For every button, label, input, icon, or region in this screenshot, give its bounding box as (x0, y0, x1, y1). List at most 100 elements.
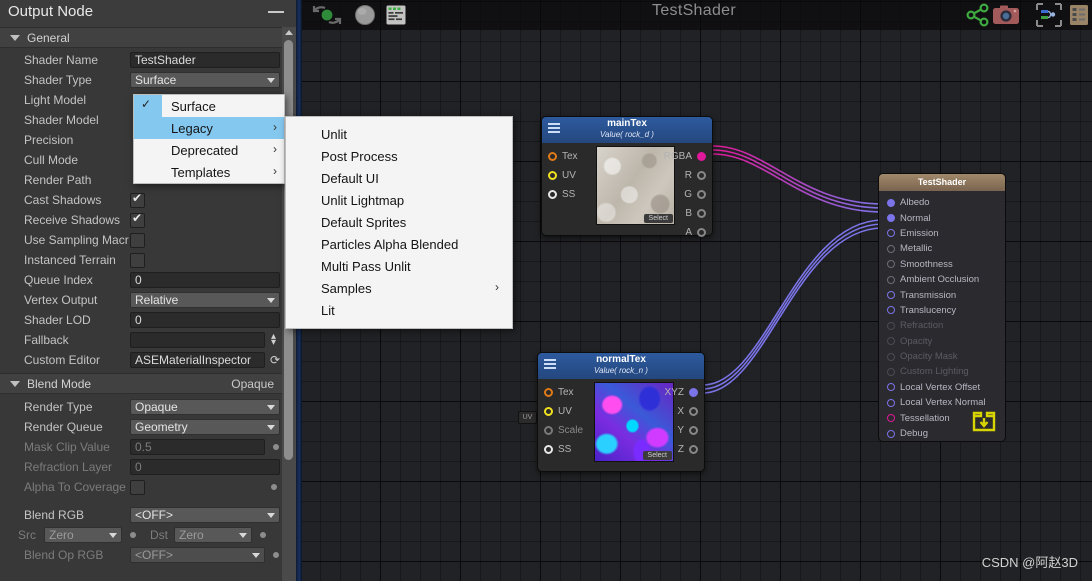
palette-icon[interactable] (1068, 3, 1090, 27)
master-port-transmission[interactable]: Transmission (879, 287, 1005, 302)
port-dot-tex[interactable] (548, 152, 557, 161)
row-custom-editor[interactable]: Custom Editor ASEMaterialInspector ⟳ (0, 350, 296, 370)
blend-op-rgb-dropdown[interactable]: <OFF> (130, 547, 265, 563)
master-port-emission[interactable]: Emission (879, 226, 1005, 241)
port-ss[interactable]: SS (544, 440, 583, 459)
port-tex[interactable]: Tex (548, 147, 578, 166)
texture-thumbnail-normal[interactable]: Select (594, 382, 674, 462)
port-uv[interactable]: UV (544, 402, 583, 421)
minimize-icon[interactable] (268, 11, 284, 13)
chevron-down-icon[interactable] (10, 34, 20, 41)
menu-item-particles-alpha-blended[interactable]: Particles Alpha Blended (286, 233, 512, 255)
port-g[interactable]: G (664, 185, 706, 204)
src-dropdown[interactable]: Zero (44, 527, 122, 543)
master-port-normal[interactable]: Normal (879, 210, 1005, 225)
mask-clip-value-input[interactable]: 0.5 (130, 439, 265, 455)
port-dot-ambient-occlusion[interactable] (887, 275, 895, 284)
node-main-tex[interactable]: mainTex Value( rock_d ) Tex UV SS Select… (541, 116, 713, 238)
port-dot-debug[interactable] (887, 429, 895, 438)
row-render-queue[interactable]: Render Queue Geometry (0, 417, 296, 437)
instanced-terrain-checkbox[interactable] (130, 252, 145, 268)
row-src-dst[interactable]: Src Zero Dst Zero (0, 525, 296, 545)
port-dot-transmission[interactable] (887, 291, 895, 300)
master-port-smoothness[interactable]: Smoothness (879, 257, 1005, 272)
menu-item-post-process[interactable]: Post Process (286, 145, 512, 167)
dst-dropdown[interactable]: Zero (174, 527, 252, 543)
port-dot-translucency[interactable] (887, 306, 895, 315)
menu-item-samples[interactable]: Samples › (286, 277, 512, 299)
section-header-general[interactable]: General (0, 27, 296, 48)
port-tex[interactable]: Tex (544, 383, 583, 402)
port-dot-scale[interactable] (544, 426, 553, 435)
row-render-type[interactable]: Render Type Opaque (0, 397, 296, 417)
master-port-translucency[interactable]: Translucency (879, 303, 1005, 318)
render-type-dropdown[interactable]: Opaque (130, 399, 280, 415)
chevron-down-icon[interactable] (10, 380, 20, 387)
shader-code-icon[interactable] (384, 3, 408, 27)
port-dot-tessellation[interactable] (887, 414, 895, 423)
row-vertex-output[interactable]: Vertex Output Relative (0, 290, 296, 310)
receive-shadows-checkbox[interactable] (130, 211, 145, 228)
port-dot-r[interactable] (697, 171, 706, 180)
camera-icon[interactable] (992, 3, 1020, 27)
shader-name-input[interactable]: TestShader (130, 52, 280, 68)
shader-type-dropdown[interactable]: Surface (130, 72, 280, 88)
port-scale[interactable]: Scale (544, 421, 583, 440)
override-dot-icon[interactable] (130, 532, 136, 538)
port-dot-metallic[interactable] (887, 244, 895, 253)
node-normal-tex[interactable]: normalTex Value( rock_n ) Tex UV Scale S… (537, 352, 705, 472)
alpha-to-coverage-checkbox[interactable] (130, 479, 145, 495)
port-z[interactable]: Z (665, 440, 698, 459)
port-dot-albedo[interactable] (887, 198, 895, 207)
menu-item-default-ui[interactable]: Default UI (286, 167, 512, 189)
port-dot-local-vertex-offset[interactable] (887, 383, 895, 392)
blend-rgb-dropdown[interactable]: <OFF> (130, 507, 280, 523)
custom-editor-input[interactable]: ASEMaterialInspector (130, 352, 265, 368)
menu-item-unlit-lightmap[interactable]: Unlit Lightmap (286, 189, 512, 211)
override-dot-icon[interactable] (260, 532, 266, 538)
menu-item-templates[interactable]: Templates › (134, 161, 284, 183)
shader-type-menu[interactable]: ✓ Surface Legacy › Deprecated › Template… (133, 94, 285, 184)
menu-item-surface[interactable]: ✓ Surface (134, 95, 284, 117)
master-port-local-vertex-offset[interactable]: Local Vertex Offset (879, 380, 1005, 395)
port-r[interactable]: R (664, 166, 706, 185)
row-alpha-to-coverage[interactable]: Alpha To Coverage (0, 477, 296, 497)
port-uv[interactable]: UV (548, 166, 578, 185)
row-shader-lod[interactable]: Shader LOD 0 (0, 310, 296, 330)
port-dot-x[interactable] (689, 407, 698, 416)
row-fallback[interactable]: Fallback ▴ ▾ (0, 330, 296, 350)
port-dot-uv[interactable] (548, 171, 557, 180)
menu-item-lit[interactable]: Lit (286, 299, 512, 321)
row-blend-op-rgb[interactable]: Blend Op RGB <OFF> (0, 545, 296, 565)
node-master-testshader[interactable]: TestShader Albedo Normal Emission Metall… (878, 173, 1006, 442)
port-xyz[interactable]: XYZ (665, 383, 698, 402)
shader-lod-input[interactable]: 0 (130, 312, 280, 328)
port-dot-b[interactable] (697, 209, 706, 218)
port-dot-ss[interactable] (544, 445, 553, 454)
port-rgba[interactable]: RGBA (664, 147, 706, 166)
section-header-blend-mode[interactable]: Blend Mode Opaque ▴▾ (0, 373, 296, 394)
node-header[interactable]: mainTex Value( rock_d ) (542, 117, 712, 143)
sphere-preview-icon[interactable] (352, 3, 378, 27)
port-dot-smoothness[interactable] (887, 260, 895, 269)
port-dot-uv[interactable] (544, 407, 553, 416)
row-refraction-layer[interactable]: Refraction Layer 0 (0, 457, 296, 477)
port-y[interactable]: Y (665, 421, 698, 440)
row-use-sampling-macros[interactable]: Use Sampling Macr (0, 230, 296, 250)
node-menu-icon[interactable] (544, 359, 556, 369)
refraction-layer-input[interactable]: 0 (130, 459, 280, 475)
legacy-submenu[interactable]: Unlit Post Process Default UI Unlit Ligh… (285, 116, 513, 329)
node-menu-icon[interactable] (548, 123, 560, 133)
queue-index-input[interactable]: 0 (130, 272, 280, 288)
port-dot-tex[interactable] (544, 388, 553, 397)
port-dot-ss[interactable] (548, 190, 557, 199)
row-shader-type[interactable]: Shader Type Surface (0, 70, 296, 90)
node-header[interactable]: normalTex Value( rock_n ) (538, 353, 704, 379)
port-dot-y[interactable] (689, 426, 698, 435)
scroll-up-arrow-icon[interactable] (285, 30, 293, 35)
override-dot-icon[interactable] (273, 444, 279, 450)
port-dot-normal[interactable] (887, 214, 895, 223)
port-dot-z[interactable] (689, 445, 698, 454)
menu-item-deprecated[interactable]: Deprecated › (134, 139, 284, 161)
row-instanced-terrain[interactable]: Instanced Terrain (0, 250, 296, 270)
